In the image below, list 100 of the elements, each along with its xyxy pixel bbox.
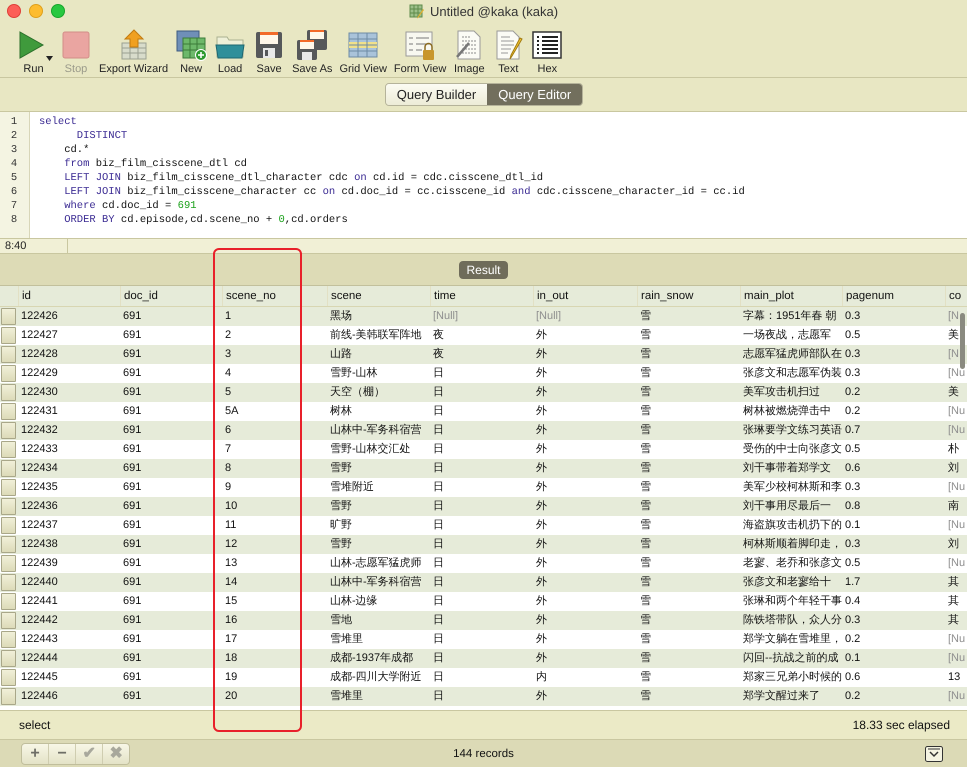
- table-cell-text: 691: [122, 651, 142, 666]
- table-cell-text: 11: [224, 518, 238, 533]
- line-number: 2: [10, 129, 18, 143]
- row-handle[interactable]: [1, 460, 16, 477]
- table-cell-text: 前线-美韩联军阵地: [329, 328, 423, 343]
- save-button[interactable]: Save: [251, 27, 288, 77]
- table-cell-text: 691: [122, 461, 142, 476]
- row-handle[interactable]: [1, 384, 16, 401]
- column-header[interactable]: id: [18, 286, 120, 306]
- table-cell-text: 0.3: [844, 537, 862, 552]
- table-cell-text: 外: [535, 537, 548, 552]
- row-handle[interactable]: [1, 593, 16, 610]
- table-cell-text: 雪: [639, 689, 652, 704]
- row-handle[interactable]: [1, 650, 16, 667]
- table-cell-text: 其: [947, 575, 960, 590]
- zoom-button[interactable]: [51, 4, 65, 18]
- table-cell-text: 122443: [20, 632, 59, 647]
- column-header[interactable]: rain_snow: [637, 286, 740, 306]
- text-button[interactable]: Text: [490, 27, 526, 77]
- column-header[interactable]: scene_no: [222, 286, 327, 306]
- row-handle[interactable]: [1, 403, 16, 420]
- row-handle[interactable]: [1, 574, 16, 591]
- column-header[interactable]: main_plot: [740, 286, 842, 306]
- row-handle[interactable]: [1, 365, 16, 382]
- row-handle[interactable]: [1, 327, 16, 344]
- table-cell-text: 691: [122, 575, 142, 590]
- table-cell-text: 海盗旗攻击机扔下的: [742, 518, 842, 533]
- code-line: LEFT JOIN biz_film_cisscene_dtl_character cdc on cd.id = cdc.cisscene_dtl_id: [63, 171, 544, 185]
- table-cell-text: 691: [122, 404, 142, 419]
- table-cell-text: 美军攻击机扫过: [742, 384, 821, 400]
- load-button[interactable]: Load: [212, 27, 248, 77]
- table-cell-text: 外: [535, 328, 548, 343]
- row-handle[interactable]: [1, 346, 16, 363]
- table-cell-text: 691: [122, 556, 142, 571]
- remove-button[interactable]: −: [49, 744, 76, 764]
- row-handle[interactable]: [1, 498, 16, 515]
- export-button[interactable]: Export Wizard: [97, 27, 170, 77]
- row-handle[interactable]: [1, 308, 16, 325]
- row-handle[interactable]: [1, 441, 16, 458]
- table-cell-text: 0.5: [844, 556, 862, 571]
- status-message: select: [19, 718, 50, 732]
- row-handle[interactable]: [1, 555, 16, 572]
- close-button[interactable]: [7, 4, 21, 18]
- new-button[interactable]: New: [173, 27, 210, 77]
- table-cell-text: 122426: [20, 309, 59, 324]
- table-cell-text: 122440: [20, 575, 59, 590]
- run-button[interactable]: Run: [12, 27, 55, 77]
- table-cell-text: 雪: [639, 594, 652, 609]
- table-cell-text: 0.3: [844, 347, 862, 362]
- table-cell-text: 雪: [639, 537, 652, 552]
- table-cell-text: 0.2: [844, 632, 862, 647]
- line-number: 4: [10, 157, 18, 171]
- list-grid-icon: [531, 29, 564, 61]
- hex-button[interactable]: Hex: [529, 27, 566, 77]
- table-cell-text: 张彦文和老寥给十: [742, 574, 832, 590]
- table-cell-text: 0.3: [844, 613, 862, 628]
- table-cell-text: 美军少校柯林斯和李: [742, 480, 842, 495]
- column-header[interactable]: doc_id: [120, 286, 222, 306]
- table-cell-text: 日: [432, 461, 445, 476]
- row-handle[interactable]: [1, 536, 16, 553]
- grid-button[interactable]: Grid View: [337, 27, 389, 77]
- column-header[interactable]: co: [945, 286, 967, 306]
- column-header[interactable]: pagenum: [842, 286, 945, 306]
- row-handle[interactable]: [1, 669, 16, 686]
- table-cell-text: 郑学文躺在雪堆里，: [742, 632, 842, 647]
- table-cell-text: 0.1: [844, 518, 862, 533]
- table-cell-text: 691: [122, 385, 142, 400]
- table-cell-text: 7: [224, 442, 232, 457]
- table-cell-text: 122429: [20, 366, 59, 381]
- column-header[interactable]: in_out: [533, 286, 637, 306]
- scrollbar-thumb[interactable]: [960, 313, 965, 369]
- row-handle[interactable]: [1, 422, 16, 439]
- row-handle[interactable]: [1, 517, 16, 534]
- table-cell-text: 美: [947, 328, 960, 343]
- table-cell-text: 122445: [20, 670, 59, 685]
- column-header[interactable]: time: [430, 286, 533, 306]
- row-handle[interactable]: [1, 612, 16, 629]
- table-cell-text: 日: [432, 423, 445, 438]
- column-header[interactable]: scene: [327, 286, 430, 306]
- view-tab[interactable]: Query Builder: [386, 84, 488, 105]
- row-handle[interactable]: [1, 479, 16, 496]
- view-tab[interactable]: Query Editor: [487, 84, 582, 105]
- table-cell-text: 雪: [639, 328, 652, 343]
- row-handle[interactable]: [1, 688, 16, 705]
- table-cell-text: 外: [535, 651, 548, 666]
- table-cell-text: 0.8: [844, 499, 862, 514]
- table-cell-text: [Nu: [947, 366, 966, 381]
- table-cell-text: 122432: [20, 423, 59, 438]
- form-button[interactable]: Form View: [392, 27, 448, 77]
- image-button[interactable]: Image: [451, 27, 488, 77]
- add-button[interactable]: +: [22, 744, 49, 764]
- code-line: cd.*: [63, 143, 90, 157]
- row-handle[interactable]: [1, 631, 16, 648]
- table-cell-text: 山林中-军务科宿营: [329, 422, 423, 438]
- saveas-button[interactable]: Save As: [290, 27, 334, 77]
- table-cell-text: 15: [224, 594, 238, 609]
- minimize-button[interactable]: [29, 4, 43, 18]
- table-cell-text: 雪: [639, 442, 652, 457]
- record-count: 144 records: [453, 748, 514, 760]
- table-cell-text: 外: [535, 347, 548, 362]
